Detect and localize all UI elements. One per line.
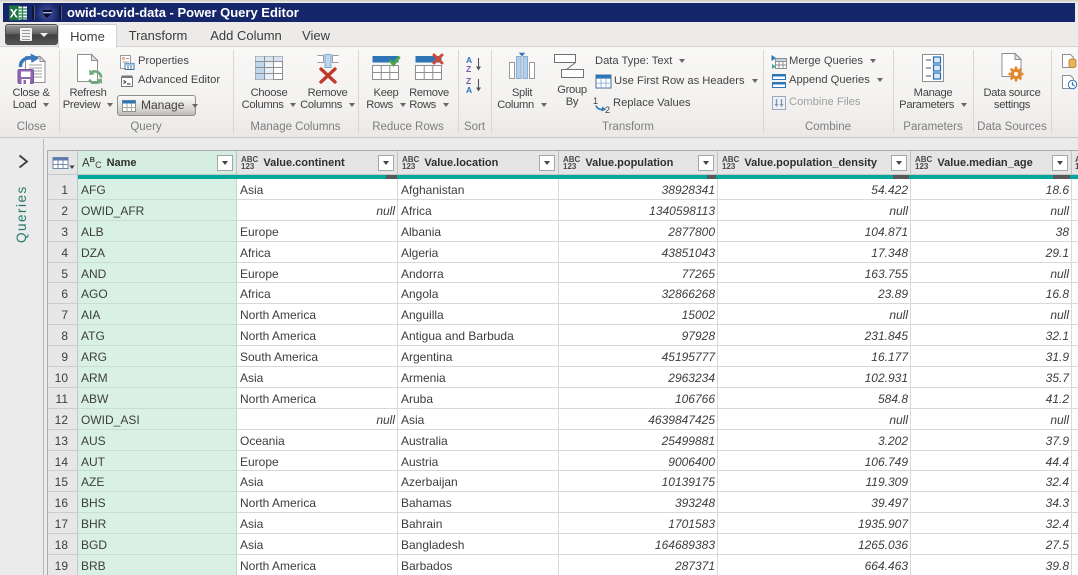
svg-text:X: X bbox=[10, 7, 18, 21]
svg-text:Z: Z bbox=[466, 64, 471, 73]
svg-text:A: A bbox=[466, 85, 472, 94]
svg-text:2: 2 bbox=[605, 105, 610, 114]
svg-text:1: 1 bbox=[593, 96, 598, 106]
